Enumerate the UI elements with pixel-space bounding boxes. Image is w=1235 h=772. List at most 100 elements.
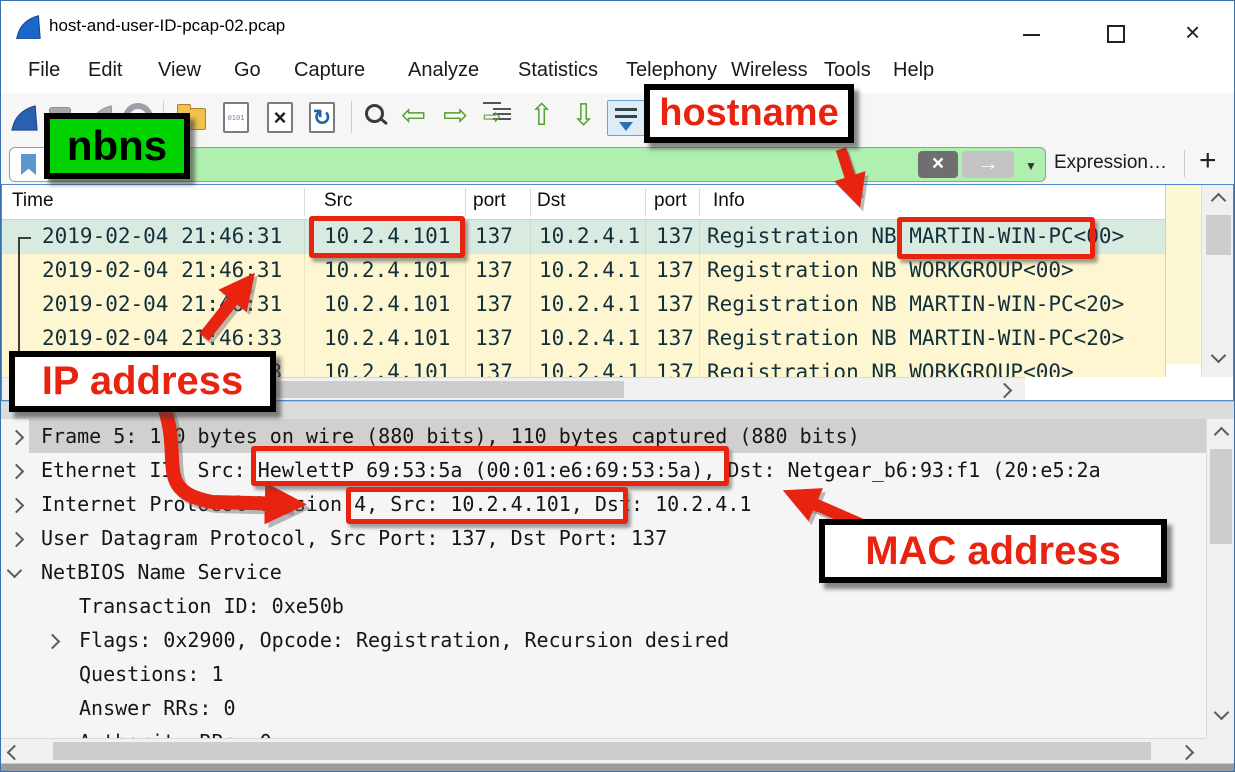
scroll-down-icon[interactable] [1214, 705, 1230, 721]
title-bar[interactable]: host-and-user-ID-pcap-02.pcap × [1, 1, 1234, 51]
col-header-dst[interactable]: Dst [537, 190, 566, 212]
scrollbar-thumb[interactable] [1206, 215, 1231, 255]
scrollbar-thumb[interactable] [53, 742, 1151, 760]
scroll-right-icon[interactable] [997, 383, 1013, 399]
filter-bar: × → ▼ Expression… + [1, 143, 1234, 185]
detail-row-questions[interactable]: Questions: 1 [1, 658, 1206, 692]
menu-wireless[interactable]: Wireless [731, 59, 808, 82]
detail-row-flags[interactable]: Flags: 0x2900, Opcode: Registration, Rec… [1, 624, 1206, 658]
bookmark-icon [21, 154, 36, 175]
go-to-arrow-glyph: ⇨ [483, 102, 501, 104]
scrollbar-thumb[interactable] [64, 381, 624, 398]
menu-tools[interactable]: Tools [824, 59, 871, 82]
col-header-sport[interactable]: port [473, 190, 506, 212]
window-title: host-and-user-ID-pcap-02.pcap [49, 16, 285, 36]
packet-list-pane: Time Src port Dst port Info 2019-02-04 2… [1, 184, 1234, 401]
open-file-icon[interactable] [177, 108, 206, 130]
col-header-time[interactable]: Time [12, 190, 54, 212]
menu-edit[interactable]: Edit [88, 59, 122, 82]
start-capture-icon[interactable] [9, 102, 39, 134]
filter-dropdown-caret-icon[interactable]: ▼ [1025, 159, 1037, 173]
pane-splitter[interactable] [1, 401, 1235, 421]
reload-file-icon[interactable]: ↻ [309, 102, 335, 133]
main-toolbar: 0101 × ↻ ⇦ ⇨ ⇨ ⇧ ⇩ [1, 93, 1234, 144]
auto-scroll-icon[interactable] [607, 100, 645, 136]
expander-icon[interactable] [9, 532, 25, 548]
menu-statistics[interactable]: Statistics [518, 59, 598, 82]
wireshark-window: host-and-user-ID-pcap-02.pcap × File Edi… [0, 0, 1235, 772]
scroll-up-icon[interactable] [1214, 427, 1230, 443]
expander-icon[interactable] [9, 430, 25, 446]
display-filter-box: × → ▼ [9, 147, 1046, 182]
col-header-info[interactable]: Info [713, 190, 745, 212]
col-header-src[interactable]: Src [324, 190, 353, 212]
binary-glyph: 0101 [228, 114, 245, 122]
col-header-dport[interactable]: port [654, 190, 687, 212]
packet-row[interactable]: 2019-02-04 21:46:33 10.2.4.101 137 10.2.… [2, 322, 1165, 356]
menu-analyze[interactable]: Analyze [408, 59, 479, 82]
go-to-top-icon[interactable]: ⇧ [529, 101, 554, 131]
details-horizontal-scrollbar[interactable] [1, 738, 1206, 763]
packet-list-header: Time Src port Dst port Info [2, 185, 1233, 220]
packet-row[interactable]: 2019-02-04 21:46:33 10.2.4.101 137 10.2.… [2, 356, 1165, 377]
menu-go[interactable]: Go [234, 59, 261, 82]
menu-view[interactable]: View [158, 59, 201, 82]
packet-row[interactable]: 2019-02-04 21:46:31 10.2.4.101 137 10.2.… [2, 288, 1165, 322]
menu-bar: File Edit View Go Capture Analyze Statis… [1, 51, 1234, 93]
add-filter-button[interactable]: + [1199, 144, 1217, 178]
save-file-icon[interactable]: 0101 [223, 102, 249, 133]
go-back-icon[interactable]: ⇦ [401, 101, 426, 131]
details-vertical-scrollbar[interactable] [1206, 419, 1234, 738]
packet-list-horizontal-scrollbar[interactable] [2, 377, 1025, 401]
detail-row-nbns[interactable]: NetBIOS Name Service [1, 556, 1206, 590]
go-to-bottom-icon[interactable]: ⇩ [571, 101, 596, 131]
packet-list-vertical-scrollbar[interactable] [1201, 185, 1234, 377]
reload-glyph: ↻ [313, 107, 331, 129]
scrollbar-thumb[interactable] [1210, 449, 1232, 544]
maximize-button[interactable] [1107, 25, 1125, 43]
related-packet-indicator [18, 237, 31, 379]
menu-capture[interactable]: Capture [294, 59, 365, 82]
toolbar-separator [163, 101, 164, 133]
display-filter-input[interactable] [54, 153, 758, 179]
filter-separator [1184, 150, 1185, 177]
wireshark-logo-icon [14, 12, 42, 42]
detail-row-ethernet[interactable]: Ethernet II, Src: HewlettP_69:53:5a (00:… [1, 454, 1206, 488]
scroll-left-icon[interactable] [7, 745, 23, 761]
filter-bookmark-section[interactable] [10, 148, 49, 181]
packet-details-pane: Frame 5: 110 bytes on wire (880 bits), 1… [1, 419, 1234, 763]
scroll-up-icon[interactable] [1211, 193, 1227, 209]
packet-row[interactable]: 2019-02-04 21:46:31 10.2.4.101 137 10.2.… [2, 254, 1165, 288]
window-bottom-edge [1, 763, 1235, 772]
filter-apply-button[interactable]: → [962, 151, 1014, 178]
expression-button[interactable]: Expression… [1054, 152, 1167, 174]
go-forward-icon[interactable]: ⇨ [443, 101, 468, 131]
go-to-packet-icon[interactable]: ⇨ [493, 105, 511, 123]
scroll-down-icon[interactable] [1211, 348, 1227, 364]
menu-telephony[interactable]: Telephony [626, 59, 717, 82]
detail-row-authority-rrs[interactable]: Authority RRs: 0 [1, 726, 1206, 738]
menu-file[interactable]: File [28, 59, 60, 82]
detail-row-answer-rrs[interactable]: Answer RRs: 0 [1, 692, 1206, 726]
expander-icon[interactable] [7, 563, 23, 579]
intelligent-scrollbar-minimap[interactable] [1165, 185, 1202, 377]
detail-row-udp[interactable]: User Datagram Protocol, Src Port: 137, D… [1, 522, 1206, 556]
packet-row-selected[interactable]: 2019-02-04 21:46:31 10.2.4.101 137 10.2.… [2, 220, 1165, 254]
detail-row-frame[interactable]: Frame 5: 110 bytes on wire (880 bits), 1… [1, 420, 1206, 454]
restart-capture-icon[interactable] [85, 102, 115, 134]
close-button[interactable]: × [1185, 17, 1200, 48]
expander-icon[interactable] [9, 464, 25, 480]
detail-row-ip[interactable]: Internet Protocol Version 4, Src: 10.2.4… [1, 488, 1206, 522]
expander-icon[interactable] [9, 498, 25, 514]
minimize-button[interactable] [1023, 34, 1040, 36]
filter-clear-button[interactable]: × [918, 151, 958, 178]
scroll-right-icon[interactable] [1179, 745, 1195, 761]
toolbar-separator [351, 101, 352, 133]
stop-capture-icon[interactable] [49, 107, 71, 129]
find-packet-icon[interactable] [365, 104, 384, 123]
detail-row-transaction-id[interactable]: Transaction ID: 0xe50b [1, 590, 1206, 624]
expander-icon[interactable] [45, 634, 61, 650]
capture-options-icon[interactable] [123, 103, 153, 133]
close-file-icon[interactable]: × [267, 102, 293, 133]
menu-help[interactable]: Help [893, 59, 934, 82]
